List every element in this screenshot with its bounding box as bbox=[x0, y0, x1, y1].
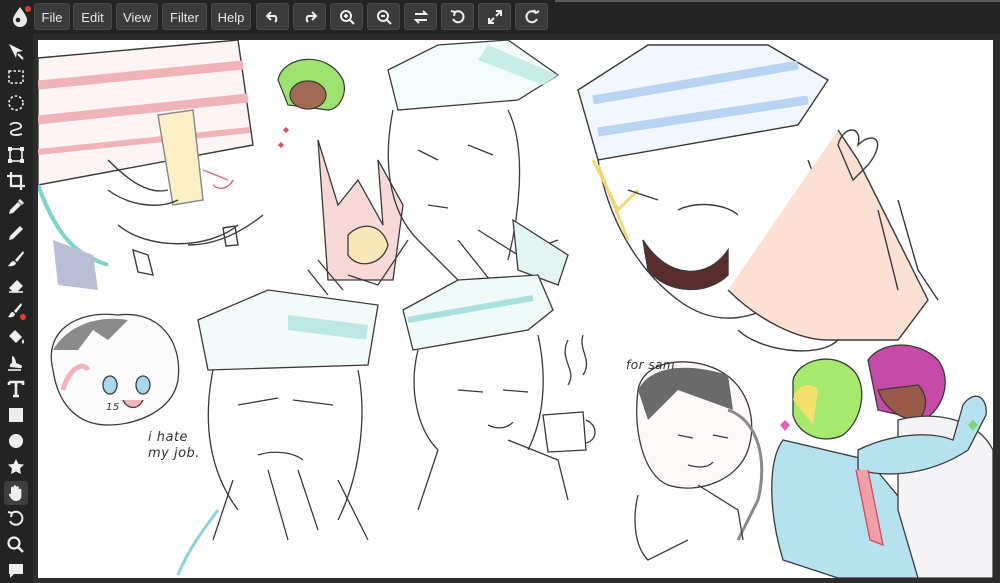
zoom-out-icon bbox=[376, 9, 392, 25]
quote-text: i hate my job. bbox=[148, 430, 200, 461]
star-shape-icon bbox=[8, 459, 24, 474]
dedication-text: for sam bbox=[626, 358, 676, 372]
tool-sidebar bbox=[0, 34, 33, 583]
zoom-in-button[interactable] bbox=[330, 3, 363, 30]
eyedropper-icon bbox=[9, 198, 25, 214]
ellipse-shape-tool[interactable] bbox=[4, 429, 28, 453]
undo-button[interactable] bbox=[256, 3, 289, 30]
hand-icon bbox=[8, 485, 22, 501]
menu-view[interactable]: View bbox=[116, 3, 158, 30]
menu-help[interactable]: Help bbox=[211, 3, 251, 30]
rect-select-icon bbox=[8, 70, 24, 84]
transform-icon bbox=[8, 147, 24, 163]
text-icon bbox=[7, 380, 25, 398]
redo-button[interactable] bbox=[293, 3, 326, 30]
sketch-coffee-guy bbox=[402, 274, 596, 511]
clone-brush-tool[interactable] bbox=[4, 299, 28, 323]
toolbar-edge-strip bbox=[555, 0, 1000, 2]
fullscreen-icon bbox=[487, 9, 502, 24]
crop-icon bbox=[7, 172, 25, 190]
rotate-left-icon bbox=[450, 9, 465, 23]
sketch-hugging-couple bbox=[771, 344, 993, 578]
transform-tool[interactable] bbox=[4, 143, 28, 167]
eyedropper-tool[interactable] bbox=[4, 195, 28, 219]
rotate-left-button[interactable] bbox=[441, 3, 474, 30]
undo-icon bbox=[265, 10, 277, 23]
sketch-annoyed-cap bbox=[176, 289, 379, 576]
smudge-tool[interactable] bbox=[4, 351, 28, 375]
smudge-icon bbox=[8, 356, 23, 371]
hand-tool[interactable] bbox=[4, 481, 28, 505]
eraser-tool[interactable] bbox=[4, 273, 28, 297]
sketch-artwork bbox=[38, 40, 993, 578]
menu-filter[interactable]: Filter bbox=[162, 3, 207, 30]
rect-select-tool[interactable] bbox=[4, 65, 28, 89]
pencil-icon bbox=[9, 226, 23, 240]
badge-number-text: 15 bbox=[106, 402, 120, 413]
ellipse-shape-icon bbox=[9, 434, 23, 448]
rectangle-shape-tool[interactable] bbox=[4, 403, 28, 427]
move-icon bbox=[9, 44, 24, 60]
star-shape-tool[interactable] bbox=[4, 455, 28, 479]
rectangle-shape-icon bbox=[9, 408, 23, 422]
zoom-icon bbox=[7, 536, 24, 553]
sketch-striped-hat-girl bbox=[38, 40, 264, 290]
fullscreen-button[interactable] bbox=[478, 3, 511, 30]
flip-icon bbox=[413, 9, 428, 24]
comment-icon bbox=[9, 564, 23, 578]
rotate-canvas-tool[interactable] bbox=[4, 507, 28, 531]
lasso-tool[interactable] bbox=[4, 117, 28, 141]
brush-tool[interactable] bbox=[4, 247, 28, 271]
flip-button[interactable] bbox=[404, 3, 437, 30]
crop-tool[interactable] bbox=[4, 169, 28, 193]
move-tool[interactable] bbox=[4, 39, 28, 63]
zoom-tool[interactable] bbox=[4, 533, 28, 557]
refresh-button[interactable] bbox=[515, 3, 548, 30]
drawing-canvas[interactable]: i hate my job. for sam 15 bbox=[38, 40, 993, 578]
pencil-tool[interactable] bbox=[4, 221, 28, 245]
refresh-icon bbox=[524, 8, 540, 23]
lasso-icon bbox=[9, 121, 23, 136]
fill-bucket-tool[interactable] bbox=[4, 325, 28, 349]
text-tool[interactable] bbox=[4, 377, 28, 401]
menu-edit[interactable]: Edit bbox=[73, 3, 112, 30]
ellipse-select-icon bbox=[8, 95, 24, 111]
fill-bucket-icon bbox=[9, 330, 25, 344]
zoom-in-icon bbox=[339, 9, 355, 25]
zoom-out-button[interactable] bbox=[367, 3, 400, 30]
sketch-chibi-green bbox=[277, 58, 345, 148]
sketch-for-sam-girl bbox=[634, 361, 764, 561]
rotate-canvas-icon bbox=[7, 510, 24, 526]
redo-icon bbox=[305, 10, 317, 23]
brush-icon bbox=[8, 251, 24, 267]
eraser-icon bbox=[9, 280, 23, 293]
ellipse-select-tool[interactable] bbox=[4, 91, 28, 115]
comment-tool[interactable] bbox=[4, 559, 28, 583]
top-toolbar: File Edit View Filter Help bbox=[0, 0, 1000, 34]
active-color-dot bbox=[20, 314, 26, 320]
menu-file[interactable]: File bbox=[34, 3, 70, 30]
app-logo-icon bbox=[7, 4, 33, 30]
sketch-smiling-girl bbox=[577, 44, 939, 352]
